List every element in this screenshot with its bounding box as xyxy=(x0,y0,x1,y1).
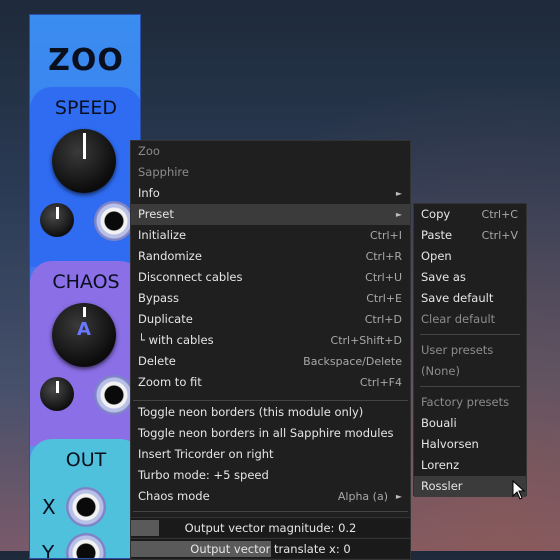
x-output-jack[interactable] xyxy=(66,487,106,527)
menu-item-shortcut: Ctrl+F4 xyxy=(359,376,402,389)
menu-item-label: Duplicate xyxy=(138,312,193,326)
menu-item-shortcut: Ctrl+I xyxy=(369,229,402,242)
speed-cv-input-jack[interactable] xyxy=(94,201,134,241)
preset-item-copy[interactable]: Copy Ctrl+C xyxy=(414,204,526,225)
menu-item-label: Initialize xyxy=(138,228,187,242)
menu-item-randomize[interactable]: Randomize Ctrl+R xyxy=(131,246,410,267)
menu-item-preset[interactable]: Preset ► xyxy=(131,204,410,225)
speed-attenuverter-knob[interactable] xyxy=(40,203,74,237)
factory-preset-lorenz[interactable]: Lorenz xyxy=(414,455,526,476)
user-presets-header: User presets xyxy=(421,343,494,357)
preset-item-save-default[interactable]: Save default xyxy=(414,288,526,309)
y-output-jack[interactable] xyxy=(66,533,106,558)
menu-item-shortcut: Ctrl+C xyxy=(481,208,518,221)
menu-item-delete[interactable]: Delete Backspace/Delete xyxy=(131,351,410,372)
chaos-label: CHAOS xyxy=(52,271,120,293)
menu-divider xyxy=(420,386,520,387)
menu-item-label: Toggle neon borders in all Sapphire modu… xyxy=(138,426,394,440)
preset-item-paste[interactable]: Paste Ctrl+V xyxy=(414,225,526,246)
menu-divider xyxy=(420,334,520,335)
submenu-arrow-icon: ► xyxy=(395,492,402,501)
menu-divider xyxy=(133,400,408,401)
slider-label: Output vector translate x: 0 xyxy=(190,542,351,556)
menu-item-label: Save as xyxy=(421,270,466,284)
preset-item-clear-default: Clear default xyxy=(414,309,526,330)
menu-item-label: Copy xyxy=(421,207,451,221)
y-output-label: Y xyxy=(42,541,55,559)
menu-item-label: Paste xyxy=(421,228,453,242)
preset-item-save-as[interactable]: Save as xyxy=(414,267,526,288)
chaos-mode-letter: A xyxy=(77,319,91,340)
menu-item-shortcut: Ctrl+R xyxy=(365,250,402,263)
knob-indicator xyxy=(55,381,59,393)
menu-item-turbo-mode[interactable]: Turbo mode: +5 speed xyxy=(131,465,410,486)
knob-indicator xyxy=(55,207,59,219)
mouse-cursor-icon xyxy=(512,480,526,500)
submenu-arrow-icon: ► xyxy=(395,210,402,219)
module-title: ZOO xyxy=(48,43,124,78)
menu-item-disconnect-cables[interactable]: Disconnect cables Ctrl+U xyxy=(131,267,410,288)
menu-item-shortcut: Ctrl+Shift+D xyxy=(330,334,402,347)
out-section: OUT X Y xyxy=(30,439,140,559)
speed-label: SPEED xyxy=(54,97,118,119)
zoo-module-panel[interactable]: ZOO SPEED CHAOS A OUT X Y xyxy=(29,14,141,559)
menu-item-info[interactable]: Info ► xyxy=(131,183,410,204)
chaos-knob[interactable]: A xyxy=(52,303,116,367)
menu-item-label: Disconnect cables xyxy=(138,270,243,284)
menu-item-shortcut: Ctrl+U xyxy=(365,271,402,284)
knob-indicator xyxy=(82,133,86,159)
module-context-menu: Zoo Sapphire Info ► Preset ► Initialize … xyxy=(130,140,411,560)
speed-section: SPEED xyxy=(30,87,140,267)
factory-presets-header: Factory presets xyxy=(421,395,510,409)
menu-item-label: Info xyxy=(138,186,160,200)
chaos-mode-value: Alpha (a) xyxy=(337,490,388,503)
menu-header-module-name: Zoo xyxy=(138,144,160,158)
factory-preset-bouali[interactable]: Bouali xyxy=(414,413,526,434)
menu-item-chaos-mode[interactable]: Chaos mode Alpha (a) ► xyxy=(131,486,410,507)
menu-item-label: Insert Tricorder on right xyxy=(138,447,274,461)
menu-header-brand: Sapphire xyxy=(138,165,189,179)
preset-item-open[interactable]: Open xyxy=(414,246,526,267)
menu-item-insert-tricorder[interactable]: Insert Tricorder on right xyxy=(131,444,410,465)
menu-item-label: Chaos mode xyxy=(138,489,210,503)
menu-item-label: Open xyxy=(421,249,452,263)
submenu-arrow-icon: ► xyxy=(395,189,402,198)
output-vector-translate-x-slider[interactable]: Output vector translate x: 0 xyxy=(131,538,410,558)
menu-item-label: Save default xyxy=(421,291,494,305)
speed-knob[interactable] xyxy=(52,129,116,193)
factory-preset-halvorsen[interactable]: Halvorsen xyxy=(414,434,526,455)
slider-label: Output vector magnitude: 0.2 xyxy=(184,521,357,535)
chaos-attenuverter-knob[interactable] xyxy=(40,377,74,411)
chaos-section: CHAOS A xyxy=(30,261,140,446)
x-output-label: X xyxy=(42,495,56,519)
menu-item-toggle-neon-this-module[interactable]: Toggle neon borders (this module only) xyxy=(131,402,410,423)
menu-item-bypass[interactable]: Bypass Ctrl+E xyxy=(131,288,410,309)
menu-item-label: Delete xyxy=(138,354,176,368)
user-presets-empty: (None) xyxy=(421,364,460,378)
factory-preset-rossler[interactable]: Rossler xyxy=(414,476,526,497)
knob-indicator xyxy=(82,307,86,317)
menu-item-duplicate-with-cables[interactable]: └ with cables Ctrl+Shift+D xyxy=(131,330,410,351)
menu-item-initialize[interactable]: Initialize Ctrl+I xyxy=(131,225,410,246)
menu-item-label: Toggle neon borders (this module only) xyxy=(138,405,364,419)
preset-submenu: Copy Ctrl+C Paste Ctrl+V Open Save as Sa… xyxy=(413,203,527,497)
output-vector-magnitude-slider[interactable]: Output vector magnitude: 0.2 xyxy=(131,517,410,537)
menu-item-shortcut: Ctrl+D xyxy=(364,313,402,326)
menu-item-label: Randomize xyxy=(138,249,202,263)
menu-item-label: Zoom to fit xyxy=(138,375,202,389)
menu-item-label: Turbo mode: +5 speed xyxy=(138,468,269,482)
menu-item-shortcut: Ctrl+E xyxy=(366,292,402,305)
menu-item-label: Bypass xyxy=(138,291,180,305)
menu-item-label: Preset xyxy=(138,207,174,221)
menu-item-label: Clear default xyxy=(421,312,496,326)
menu-item-label: └ with cables xyxy=(138,333,214,347)
menu-item-toggle-neon-all-modules[interactable]: Toggle neon borders in all Sapphire modu… xyxy=(131,423,410,444)
menu-item-shortcut: Ctrl+V xyxy=(481,229,518,242)
menu-item-zoom-to-fit[interactable]: Zoom to fit Ctrl+F4 xyxy=(131,372,410,393)
chaos-cv-input-jack[interactable] xyxy=(94,375,134,415)
menu-item-shortcut: Backspace/Delete xyxy=(303,355,402,368)
menu-divider xyxy=(133,511,408,512)
menu-item-duplicate[interactable]: Duplicate Ctrl+D xyxy=(131,309,410,330)
out-label: OUT xyxy=(65,449,107,471)
